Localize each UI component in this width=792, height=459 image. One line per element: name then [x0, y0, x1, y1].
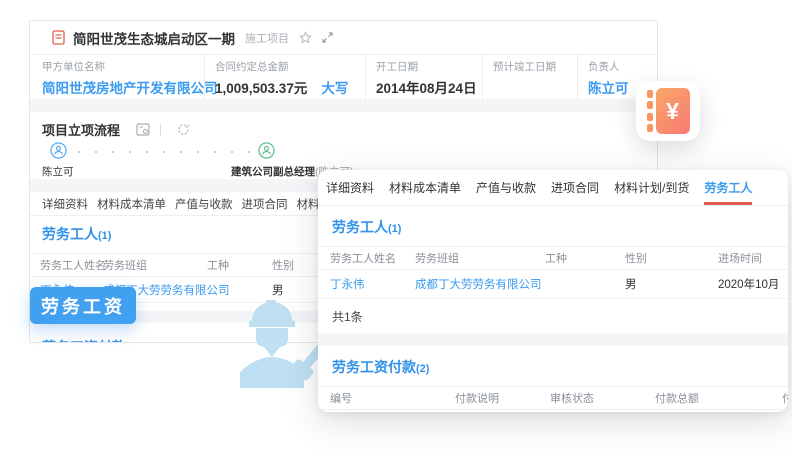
field-owner: 负责人 陈立可 [588, 55, 639, 99]
badge-label: 劳务工资 [41, 293, 125, 319]
table-row: 劳务工资付款#0006 未发起 20,000.00 [318, 410, 788, 412]
worker-name-link[interactable]: 丁永伟 [330, 276, 365, 292]
front-tab-bar: 详细资料 材料成本清单 产值与收款 进项合同 材料计划/到货 劳务工人 [318, 170, 788, 206]
section-divider-band [318, 333, 788, 346]
payments-table-header: 编号 付款说明 审核状态 付款总额 付 [318, 386, 788, 410]
person-icon [50, 142, 67, 159]
tab-material-plan-arrival[interactable]: 材料计划/到货 [614, 170, 689, 205]
tab-details[interactable]: 详细资料 [42, 196, 88, 212]
total-count-label: 共1条 [332, 308, 788, 325]
flow-dotted-connector [78, 151, 256, 153]
project-title: 简阳世茂生态城启动区一期 [73, 28, 235, 48]
tab-input-contracts[interactable]: 进项合同 [551, 170, 599, 205]
tab-input-contracts[interactable]: 进项合同 [242, 196, 288, 212]
expand-icon[interactable] [322, 32, 333, 43]
tab-material-cost-list[interactable]: 材料成本清单 [389, 170, 461, 205]
workers-table-header: 劳务工人姓名 劳务班组 工种 性别 进场时间 [318, 246, 788, 270]
amount-in-words-link[interactable]: 大写 [321, 77, 348, 97]
document-icon [52, 30, 65, 45]
report-icon[interactable] [136, 123, 150, 136]
workers-section-title: 劳务工人(1) [332, 217, 788, 237]
approval-flow-section: 项目立项流程 陈立可 建筑公司副总经理(陈立可) [30, 112, 657, 179]
flow-step1-label: 陈立可 [42, 164, 74, 179]
client-name-link[interactable]: 简阳世茂房地产开发有限公司 [42, 77, 194, 97]
field-contract-amount: 合同约定总金额 1,009,503.37元 大写 [215, 55, 366, 99]
refresh-icon[interactable] [177, 123, 190, 136]
project-summary-fields: 甲方单位名称 简阳世茂房地产开发有限公司 合同约定总金额 1,009,503.3… [30, 55, 657, 99]
tab-output-and-receipts[interactable]: 产值与收款 [175, 196, 233, 212]
page: 简阳世茂生态城启动区一期 施工项目 甲方单位名称 简阳世茂房地产开发有限公司 合… [0, 0, 792, 459]
field-client-name: 甲方单位名称 简阳世茂房地产开发有限公司 [42, 55, 205, 99]
entry-date: 2020年10月 [718, 276, 779, 292]
window-title-bar: 简阳世茂生态城启动区一期 施工项目 [30, 21, 657, 55]
field-expected-completion-date: 预计竣工日期 [493, 55, 578, 99]
tab-details[interactable]: 详细资料 [326, 170, 374, 205]
star-icon[interactable] [299, 31, 312, 44]
ledger-spine [647, 88, 653, 134]
project-type-tag: 施工项目 [245, 30, 289, 46]
field-start-date: 开工日期 2014年08月24日 [376, 55, 483, 99]
ledger-yen-icon: ¥ [636, 81, 700, 141]
flow-title: 项目立项流程 [42, 120, 120, 139]
payment-section-title: 劳务工资付款(2) [332, 357, 788, 377]
tab-output-and-receipts[interactable]: 产值与收款 [476, 170, 536, 205]
worker-team-link[interactable]: 成都丁大劳劳务有限公司 [415, 276, 542, 292]
tab-labor-workers[interactable]: 劳务工人 [704, 170, 752, 205]
contract-amount-value: 1,009,503.37元 [215, 77, 307, 97]
yen-symbol: ¥ [666, 98, 679, 125]
table-row: 丁永伟 成都丁大劳劳务有限公司 男 2020年10月 [318, 270, 788, 299]
section-divider-band [30, 99, 657, 112]
labor-wages-badge: 劳务工资 [30, 287, 136, 324]
person-icon [258, 142, 275, 159]
icon-divider [160, 124, 161, 136]
tab-material-cost-list[interactable]: 材料成本清单 [97, 196, 166, 212]
owner-link[interactable]: 陈立可 [588, 77, 629, 97]
labor-workers-panel: 详细资料 材料成本清单 产值与收款 进项合同 材料计划/到货 劳务工人 劳务工人… [318, 170, 788, 412]
